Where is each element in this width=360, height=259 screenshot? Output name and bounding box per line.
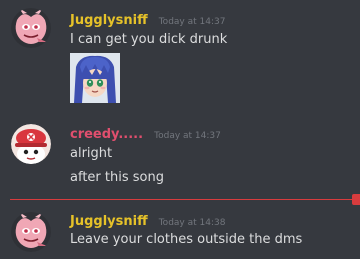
message-group: creedy..... Today at 14:37 alright after… [0,115,360,195]
message-text: I can get you dick drunk [70,32,228,47]
timestamp: Today at 14:37 [158,17,226,27]
message-group: Jugglysniff Today at 14:37 I can get you… [0,0,360,110]
user-avatar-icon[interactable] [11,8,51,48]
anime-girl-image-icon[interactable] [70,53,120,103]
message-header: Jugglysniff Today at 14:37 [70,9,225,28]
message-group: Jugglysniff Today at 14:38 Leave your cl… [0,203,360,259]
new-messages-divider [10,199,360,200]
message-text: alright [70,146,113,161]
message-text: after this song [70,170,164,185]
message-header: Jugglysniff Today at 14:38 [70,210,225,229]
message-header: creedy..... Today at 14:37 [70,123,221,142]
chat-log: Jugglysniff Today at 14:37 I can get you… [0,0,360,259]
message-text: Leave your clothes outside the dms [70,232,303,247]
username[interactable]: Jugglysniff [70,13,148,28]
username[interactable]: Jugglysniff [70,214,148,229]
user-avatar-icon[interactable] [11,212,51,252]
username[interactable]: creedy..... [70,127,143,142]
timestamp: Today at 14:38 [158,218,226,228]
timestamp: Today at 14:37 [154,131,221,141]
user-avatar-icon[interactable] [11,124,51,164]
